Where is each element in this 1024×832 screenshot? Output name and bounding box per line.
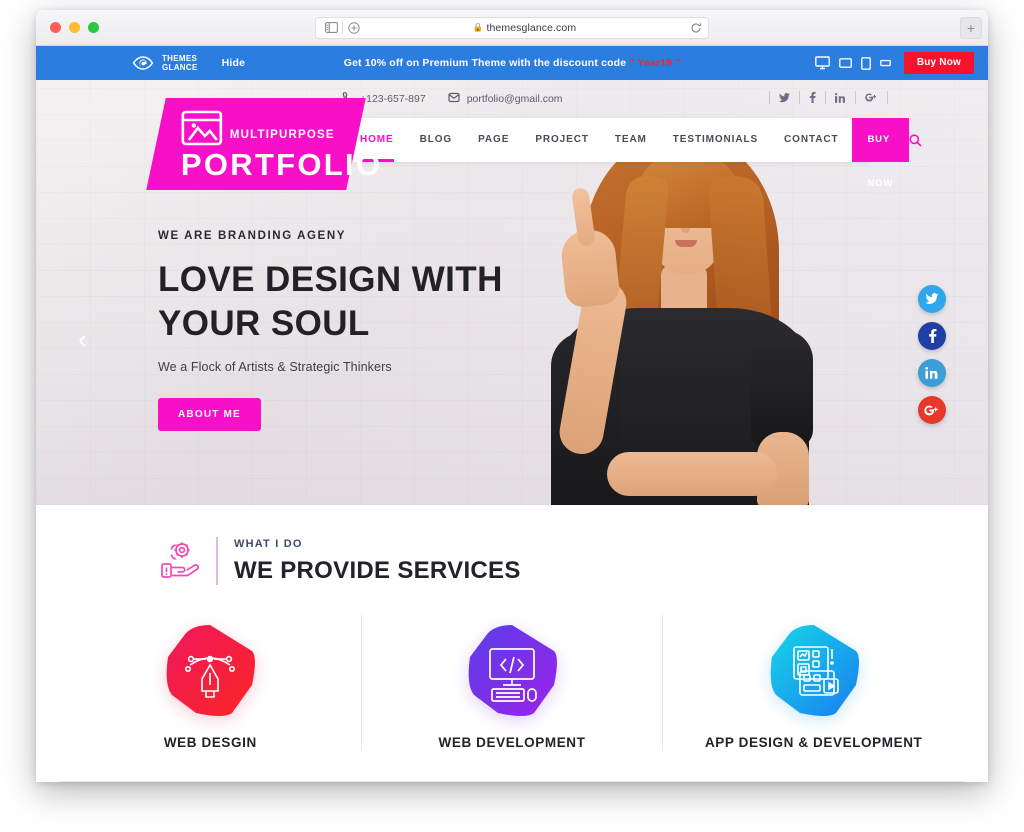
service-card-title: WEB DESGIN (163, 735, 257, 750)
hero-title-line1: LOVE DESIGN WITH (158, 260, 503, 299)
url-text: themesglance.com (486, 21, 577, 34)
service-card[interactable]: APP DESIGN & DEVELOPMENT (662, 615, 964, 750)
nav-item-project[interactable]: PROJECT (522, 118, 602, 162)
services-heading: WE PROVIDE SERVICES (234, 556, 521, 584)
themesglance-brand-text: THEMES GLANCE (162, 53, 198, 73)
traffic-lights[interactable] (36, 22, 99, 33)
themesglance-eye-logo (132, 52, 154, 74)
about-me-button[interactable]: ABOUT ME (158, 398, 261, 431)
envelope-icon (448, 92, 460, 106)
service-card[interactable]: WEB DESGIN (60, 615, 361, 750)
services-header-text: WHAT I DO WE PROVIDE SERVICES (232, 538, 521, 585)
themesglance-bar: THEMES GLANCE Hide Get 10% off on Premiu… (36, 46, 988, 80)
services-bottom-divider (60, 781, 964, 782)
hero-eyebrow: WE ARE BRANDING AGENY (158, 230, 347, 242)
mobile-icon[interactable] (879, 59, 891, 67)
address-bar-area: 🔒 themesglance.com (36, 16, 988, 39)
hero-section: MULTIPURPOSE PORTFOLIO +123-657-897 port… (36, 80, 988, 505)
hero-social-rail (918, 285, 946, 424)
browser-chrome: 🔒 themesglance.com + (36, 10, 988, 46)
tablet-landscape-icon[interactable] (838, 58, 852, 68)
web-design-blob (160, 621, 260, 721)
twitter-icon[interactable] (918, 285, 946, 313)
nav-item-team[interactable]: TEAM (602, 118, 660, 162)
service-card-title: WEB DEVELOPMENT (438, 735, 586, 750)
reload-icon[interactable] (684, 22, 708, 34)
desktop-icon[interactable] (814, 56, 830, 70)
tablet-portrait-icon[interactable] (860, 56, 871, 70)
hero-title-line2: YOUR SOUL (158, 304, 370, 343)
nav-item-testimonials[interactable]: TESTIMONIALS (660, 118, 771, 162)
page-root: 🔒 themesglance.com + THEMES GLANCE Hide … (0, 0, 1024, 832)
zoom-window-button[interactable] (88, 22, 99, 33)
close-window-button[interactable] (50, 22, 61, 33)
lock-icon: 🔒 (472, 22, 484, 32)
web-development-blob (462, 621, 562, 721)
device-preview-controls: Buy Now (814, 52, 988, 74)
themesglance-brand[interactable]: THEMES GLANCE Hide (36, 52, 245, 74)
app-design-blob (764, 621, 864, 721)
twitter-icon[interactable] (769, 91, 800, 104)
hero-title: LOVE DESIGN WITH YOUR SOUL (158, 258, 503, 346)
linkedin-icon[interactable] (826, 91, 856, 104)
address-bar[interactable]: 🔒 themesglance.com (315, 16, 709, 39)
new-tab-small-icon[interactable] (343, 18, 365, 38)
header-phone-text: +123-657-897 (360, 93, 426, 105)
services-kicker: WHAT I DO (234, 537, 303, 550)
main-navigation: HOME BLOG PAGE PROJECT TEAM TESTIMONIALS… (336, 118, 922, 189)
logo-kicker: MULTIPURPOSE (229, 129, 335, 141)
nav-item-blog[interactable]: BLOG (407, 118, 466, 162)
hide-bar-link[interactable]: Hide (222, 57, 246, 69)
new-tab-button[interactable]: + (960, 17, 982, 39)
page-viewport: THEMES GLANCE Hide Get 10% off on Premiu… (36, 46, 988, 782)
header-social-links (769, 91, 888, 104)
logo-title: PORTFOLIO (180, 147, 383, 182)
search-icon[interactable] (909, 133, 944, 147)
googleplus-icon[interactable] (856, 91, 888, 104)
sidebar-toggle-icon[interactable] (320, 18, 342, 38)
hero-subtitle: We a Flock of Artists & Strategic Thinke… (158, 360, 392, 374)
services-card-list: WEB DESGIN WEB DEVELOPMENT APP DESIGN & … (36, 615, 988, 750)
service-card[interactable]: WEB DEVELOPMENT (360, 615, 663, 750)
promo-code: " Year19 " (629, 57, 681, 69)
site-logo[interactable]: MULTIPURPOSE PORTFOLIO (146, 98, 383, 190)
header-email[interactable]: portfolio@gmail.com (448, 92, 563, 106)
hand-gear-support-icon (158, 539, 202, 583)
image-placeholder-icon (181, 109, 223, 147)
address-bar-left-icons (316, 18, 365, 38)
header-email-text: portfolio@gmail.com (466, 93, 563, 105)
minimize-window-button[interactable] (69, 22, 80, 33)
url-text-container[interactable]: 🔒 themesglance.com (365, 22, 684, 34)
nav-buy-now-button[interactable]: BUY NOW (851, 118, 910, 189)
services-section: WHAT I DO WE PROVIDE SERVICES WEB DESGIN… (36, 505, 988, 782)
carousel-prev-arrow[interactable]: ‹ (78, 326, 87, 352)
promo-text: Get 10% off on Premium Theme with the di… (343, 57, 627, 69)
nav-item-page[interactable]: PAGE (465, 118, 522, 162)
facebook-icon[interactable] (800, 91, 826, 104)
header-contact-info: +123-657-897 portfolio@gmail.com (342, 92, 563, 106)
services-header-divider (216, 537, 218, 585)
browser-window: 🔒 themesglance.com + THEMES GLANCE Hide … (36, 10, 988, 782)
nav-item-contact[interactable]: CONTACT (771, 118, 851, 162)
service-card-title: APP DESIGN & DEVELOPMENT (704, 735, 923, 750)
hero-copy: WE ARE BRANDING AGENY LOVE DESIGN WITH Y… (158, 230, 503, 431)
googleplus-icon[interactable] (918, 396, 946, 424)
linkedin-icon[interactable] (918, 359, 946, 387)
services-header: WHAT I DO WE PROVIDE SERVICES (36, 505, 988, 585)
facebook-icon[interactable] (918, 322, 946, 350)
buy-now-bar-button[interactable]: Buy Now (903, 52, 974, 74)
